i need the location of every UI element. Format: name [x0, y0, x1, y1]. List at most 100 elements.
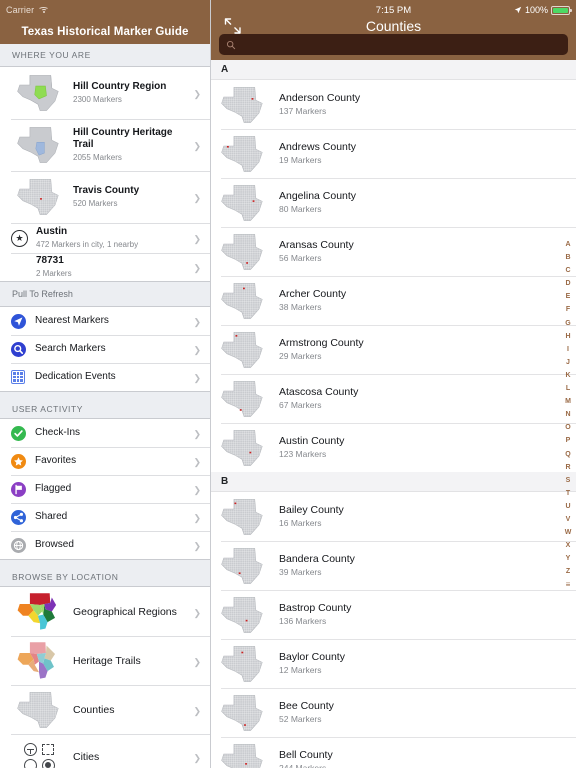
county-marker-count: 12 Markers	[279, 664, 322, 675]
index-letter-q[interactable]: Q	[561, 448, 575, 461]
county-marker-count: 244 Markers	[279, 762, 327, 768]
index-letter-t[interactable]: T	[561, 487, 575, 500]
index-letter-s[interactable]: S	[561, 474, 575, 487]
county-row-archer[interactable]: Archer County 38 Markers	[211, 276, 576, 325]
index-letter-v[interactable]: V	[561, 513, 575, 526]
index-letter-g[interactable]: G	[561, 317, 575, 330]
county-row-austin[interactable]: Austin County 123 Markers	[211, 423, 576, 472]
tx-map-thumb-icon	[215, 543, 271, 589]
sidebar-item-78731[interactable]: 78731 2 Markers	[0, 253, 210, 281]
county-name: Atascosa County	[279, 386, 359, 399]
index-letter-i[interactable]: I	[561, 343, 575, 356]
tx-map-thumb-icon	[215, 327, 271, 373]
sidebar-item-text: Hill Country Heritage Trail 2055 Markers	[67, 127, 191, 163]
detail-header: 7:15 PM 100% Counties In the State of Te…	[211, 0, 576, 60]
tx-county-dot-icon	[11, 174, 67, 220]
index-letter-z[interactable]: Z	[561, 565, 575, 578]
index-letter-w[interactable]: W	[561, 526, 575, 539]
sidebar-item-text: Nearest Markers	[26, 315, 191, 327]
index-letter-e[interactable]: E	[561, 290, 575, 303]
sidebar-item-label: Browsed	[35, 539, 74, 550]
sidebar-item-dedication-events[interactable]: Dedication Events	[0, 363, 210, 391]
sidebar-item-search-markers[interactable]: Search Markers	[0, 335, 210, 363]
sidebar-item-text: Search Markers	[26, 343, 191, 355]
tx-map-thumb-icon	[215, 739, 271, 768]
sidebar-item-browsed[interactable]: Browsed	[0, 531, 210, 559]
index-letter-k[interactable]: K	[561, 369, 575, 382]
chevron-right-icon	[191, 511, 201, 523]
sidebar-item-shared[interactable]: Shared	[0, 503, 210, 531]
index-letter-l[interactable]: L	[561, 382, 575, 395]
index-letter-m[interactable]: M	[561, 395, 575, 408]
index-letter-d[interactable]: D	[561, 277, 575, 290]
chevron-right-icon	[191, 655, 201, 667]
sidebar-item-favorites[interactable]: Favorites	[0, 447, 210, 475]
index-letter-h[interactable]: H	[561, 330, 575, 343]
county-row-anderson[interactable]: Anderson County 137 Markers	[211, 80, 576, 129]
sidebar-item-austin[interactable]: ★ Austin 472 Markers in city, 1 nearby	[0, 223, 210, 253]
county-text: Armstrong County 29 Markers	[271, 337, 364, 362]
sidebar-item-text: Shared	[26, 511, 191, 523]
search-field[interactable]	[219, 34, 568, 55]
county-marker-count: 137 Markers	[279, 105, 327, 116]
county-row-bailey[interactable]: Bailey County 16 Markers	[211, 492, 576, 541]
sidebar-item-label: Heritage Trails	[73, 654, 141, 667]
county-row-atascosa[interactable]: Atascosa County 67 Markers	[211, 374, 576, 423]
county-row-angelina[interactable]: Angelina County 80 Markers	[211, 178, 576, 227]
sidebar-item-check-ins[interactable]: Check-Ins	[0, 419, 210, 447]
search-bar[interactable]	[219, 34, 568, 55]
index-letter-x[interactable]: X	[561, 539, 575, 552]
county-name: Armstrong County	[279, 337, 364, 350]
index-letter-n[interactable]: N	[561, 408, 575, 421]
sidebar-item-hill-country-region[interactable]: Hill Country Region 2300 Markers	[0, 67, 210, 119]
sidebar-item-flagged[interactable]: Flagged	[0, 475, 210, 503]
sidebar-item-label: Hill Country Region	[73, 81, 167, 93]
county-marker-count: 56 Markers	[279, 252, 322, 263]
index-letter-j[interactable]: J	[561, 356, 575, 369]
sidebar-scroll[interactable]: WHERE YOU ARE Hill Country Region 2300 M…	[0, 44, 210, 768]
county-name: Austin County	[279, 435, 345, 448]
sidebar-item-travis-county[interactable]: Travis County 520 Markers	[0, 171, 210, 223]
county-row-bandera[interactable]: Bandera County 39 Markers	[211, 541, 576, 590]
index-letter-p[interactable]: P	[561, 434, 575, 447]
sidebar-item-counties[interactable]: Counties	[0, 685, 210, 734]
county-row-armstrong[interactable]: Armstrong County 29 Markers	[211, 325, 576, 374]
county-row-baylor[interactable]: Baylor County 12 Markers	[211, 639, 576, 688]
county-marker-count: 29 Markers	[279, 350, 322, 361]
section-browse-by-location: Geographical Regions Heritage Trails	[0, 586, 210, 768]
index-letter-list[interactable]: ≡	[561, 578, 575, 591]
sidebar-item-label: Cities	[73, 751, 100, 763]
county-row-bee[interactable]: Bee County 52 Markers	[211, 688, 576, 737]
alphabet-index[interactable]: A B C D E F G H I J K L M N O P Q R S T U V W X Y Z ≡	[561, 238, 575, 591]
counties-list[interactable]: A Anderson County 137 Markers Andrews Co…	[211, 60, 576, 768]
sidebar-item-cities[interactable]: Cities	[0, 734, 210, 768]
index-letter-y[interactable]: Y	[561, 552, 575, 565]
search-input[interactable]	[241, 39, 561, 50]
county-row-andrews[interactable]: Andrews County 19 Markers	[211, 129, 576, 178]
sidebar-item-geographical-regions[interactable]: Geographical Regions	[0, 587, 210, 636]
county-row-aransas[interactable]: Aransas County 56 Markers	[211, 227, 576, 276]
index-letter-u[interactable]: U	[561, 500, 575, 513]
index-letter-c[interactable]: C	[561, 264, 575, 277]
tx-map-thumb-icon	[215, 82, 271, 128]
location-arrow-icon	[514, 6, 522, 14]
county-row-bell[interactable]: Bell County 244 Markers	[211, 737, 576, 768]
index-letter-b[interactable]: B	[561, 251, 575, 264]
county-text: Aransas County 56 Markers	[271, 239, 354, 264]
county-text: Atascosa County 67 Markers	[271, 386, 358, 411]
index-letter-a[interactable]: A	[561, 238, 575, 251]
sidebar-item-hill-country-heritage-trail[interactable]: Hill Country Heritage Trail 2055 Markers	[0, 119, 210, 171]
index-letter-o[interactable]: O	[561, 421, 575, 434]
sidebar-item-sub: 2300 Markers	[73, 94, 122, 104]
county-text: Bandera County 39 Markers	[271, 553, 355, 578]
chevron-right-icon	[191, 751, 201, 763]
county-text: Baylor County 12 Markers	[271, 651, 345, 676]
sidebar-item-text: Favorites	[26, 455, 191, 467]
page-title: Counties	[365, 18, 422, 34]
index-letter-f[interactable]: F	[561, 303, 575, 316]
sidebar-item-heritage-trails[interactable]: Heritage Trails	[0, 636, 210, 685]
sidebar-item-nearest-markers[interactable]: Nearest Markers	[0, 307, 210, 335]
county-row-bastrop[interactable]: Bastrop County 136 Markers	[211, 590, 576, 639]
index-letter-r[interactable]: R	[561, 461, 575, 474]
county-text: Austin County 123 Markers	[271, 435, 344, 460]
